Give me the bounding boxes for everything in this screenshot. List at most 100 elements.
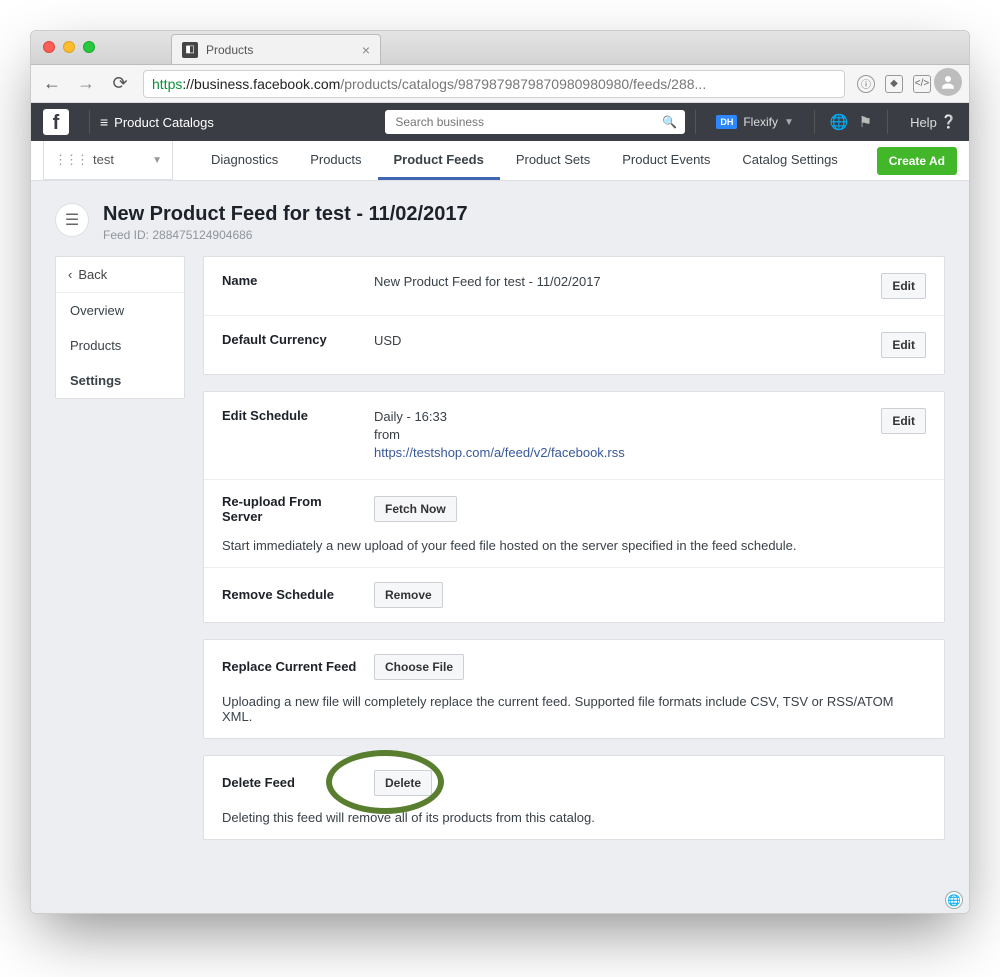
chevron-down-icon: ▼ [152, 155, 162, 166]
info-icon[interactable]: ⓘ [857, 75, 875, 93]
currency-label: Default Currency [222, 332, 362, 347]
reupload-description: Start immediately a new upload of your f… [222, 538, 926, 553]
hamburger-icon[interactable]: ≡ [100, 114, 108, 130]
reupload-label: Re-upload From Server [222, 494, 362, 524]
page-header: ☰ New Product Feed for test - 11/02/2017… [55, 203, 945, 242]
back-label: Back [78, 267, 107, 282]
page-body: ☰ New Product Feed for test - 11/02/2017… [31, 181, 969, 862]
url-scheme: https [152, 76, 182, 92]
edit-name-button[interactable]: Edit [881, 273, 926, 299]
fb-logo-icon[interactable]: f [43, 109, 69, 135]
schedule-url-link[interactable]: https://testshop.com/a/feed/v2/facebook.… [374, 445, 625, 460]
window-close-icon[interactable] [43, 41, 55, 53]
nav-forward-button: → [75, 73, 97, 94]
browser-tabstrip: ◧ Products × [31, 31, 969, 65]
fetch-now-button[interactable]: Fetch Now [374, 496, 457, 522]
sidebar-item-settings[interactable]: Settings [56, 363, 184, 398]
replace-label: Replace Current Feed [222, 659, 362, 674]
row-replace-feed: Replace Current Feed Choose File Uploadi… [204, 640, 944, 738]
browser-window: ◧ Products × ← → ⟳ https://business.face… [30, 30, 970, 914]
tab-close-icon[interactable]: × [362, 42, 370, 58]
delete-description: Deleting this feed will remove all of it… [222, 810, 926, 825]
account-switcher[interactable]: DH Flexify ▼ [716, 115, 794, 129]
search-input[interactable] [393, 114, 662, 130]
sidebar-item-overview[interactable]: Overview [56, 293, 184, 328]
search-icon[interactable]: 🔍 [662, 115, 677, 129]
browser-toolbar: ← → ⟳ https://business.facebook.com/prod… [31, 65, 969, 103]
feed-id-label: Feed ID: 288475124904686 [103, 228, 468, 242]
catalog-name: test [93, 152, 114, 167]
address-bar[interactable]: https://business.facebook.com/products/c… [143, 70, 845, 98]
divider [89, 110, 90, 134]
choose-file-button[interactable]: Choose File [374, 654, 464, 680]
tab-diagnostics[interactable]: Diagnostics [195, 141, 294, 180]
window-minimize-icon[interactable] [63, 41, 75, 53]
side-nav: ‹ Back Overview Products Settings [55, 256, 185, 399]
divider [887, 110, 888, 134]
globe-icon[interactable]: 🌐 [830, 113, 849, 131]
flag-icon[interactable]: ⚑ [859, 113, 872, 131]
row-name: Name New Product Feed for test - 11/02/2… [204, 257, 944, 316]
page-viewport: f ≡ Product Catalogs 🔍 DH Flexify ▼ 🌐 ⚑ … [31, 103, 969, 913]
grip-icon: ⋮⋮⋮ [54, 152, 87, 167]
tab-catalog-settings[interactable]: Catalog Settings [726, 141, 853, 180]
account-badge: DH [716, 115, 737, 129]
extension-shield-icon[interactable]: ◆ [885, 75, 903, 93]
delete-label: Delete Feed [222, 775, 362, 790]
chevron-down-icon: ▼ [784, 117, 794, 128]
nav-back-button[interactable]: ← [41, 73, 63, 94]
account-name: Flexify [743, 115, 778, 129]
tab-favicon: ◧ [182, 42, 198, 58]
extension-devtools-icon[interactable]: </> [913, 75, 931, 93]
remove-schedule-label: Remove Schedule [222, 587, 362, 602]
nav-reload-button[interactable]: ⟳ [109, 73, 131, 94]
catalog-navbar: ⋮⋮⋮ test ▼ Diagnostics Products Product F… [31, 141, 969, 181]
sidebar-item-products[interactable]: Products [56, 328, 184, 363]
browser-tab[interactable]: ◧ Products × [171, 34, 381, 64]
profile-avatar-icon [934, 68, 962, 96]
name-value: New Product Feed for test - 11/02/2017 [374, 273, 869, 291]
divider [814, 110, 815, 134]
page-title: New Product Feed for test - 11/02/2017 [103, 203, 468, 226]
card-delete-feed: Delete Feed Delete Deleting this feed wi… [203, 755, 945, 840]
tab-product-feeds[interactable]: Product Feeds [378, 141, 500, 180]
tab-title: Products [206, 43, 354, 57]
tab-product-sets[interactable]: Product Sets [500, 141, 606, 180]
window-zoom-icon[interactable] [83, 41, 95, 53]
tab-product-events[interactable]: Product Events [606, 141, 726, 180]
schedule-value: Daily - 16:33 from https://testshop.com/… [374, 408, 869, 463]
name-label: Name [222, 273, 362, 288]
catalog-selector[interactable]: ⋮⋮⋮ test ▼ [43, 141, 173, 180]
edit-currency-button[interactable]: Edit [881, 332, 926, 358]
schedule-from: from [374, 427, 400, 442]
currency-value: USD [374, 332, 869, 350]
row-delete-feed: Delete Feed Delete Deleting this feed wi… [204, 756, 944, 839]
locale-globe-icon[interactable]: 🌐 [945, 891, 963, 909]
edit-schedule-button[interactable]: Edit [881, 408, 926, 434]
topbar-section-title[interactable]: Product Catalogs [114, 115, 214, 130]
row-currency: Default Currency USD Edit [204, 316, 944, 374]
schedule-label: Edit Schedule [222, 408, 362, 423]
divider [695, 110, 696, 134]
replace-description: Uploading a new file will completely rep… [222, 694, 926, 724]
window-controls [43, 41, 95, 53]
catalog-tabs: Diagnostics Products Product Feeds Produ… [195, 141, 854, 180]
remove-schedule-button[interactable]: Remove [374, 582, 443, 608]
feed-list-icon: ☰ [55, 203, 89, 237]
fb-topbar: f ≡ Product Catalogs 🔍 DH Flexify ▼ 🌐 ⚑ … [31, 103, 969, 141]
search-business-input[interactable]: 🔍 [385, 110, 685, 134]
help-icon: ❔ [941, 114, 957, 130]
row-edit-schedule: Edit Schedule Daily - 16:33 from https:/… [204, 392, 944, 480]
tab-products[interactable]: Products [294, 141, 377, 180]
url-path: /products/catalogs/98798798798709809809​… [340, 76, 706, 92]
schedule-time: Daily - 16:33 [374, 409, 447, 424]
help-button[interactable]: Help ❔ [910, 114, 957, 130]
url-host: ://business.facebook.com [182, 76, 340, 92]
delete-feed-button[interactable]: Delete [374, 770, 432, 796]
main-content: Name New Product Feed for test - 11/02/2… [203, 256, 945, 840]
row-reupload: Re-upload From Server Fetch Now Start im… [204, 480, 944, 568]
create-ad-button[interactable]: Create Ad [877, 147, 957, 175]
side-back-button[interactable]: ‹ Back [56, 257, 184, 293]
card-replace-feed: Replace Current Feed Choose File Uploadi… [203, 639, 945, 739]
card-schedule: Edit Schedule Daily - 16:33 from https:/… [203, 391, 945, 623]
